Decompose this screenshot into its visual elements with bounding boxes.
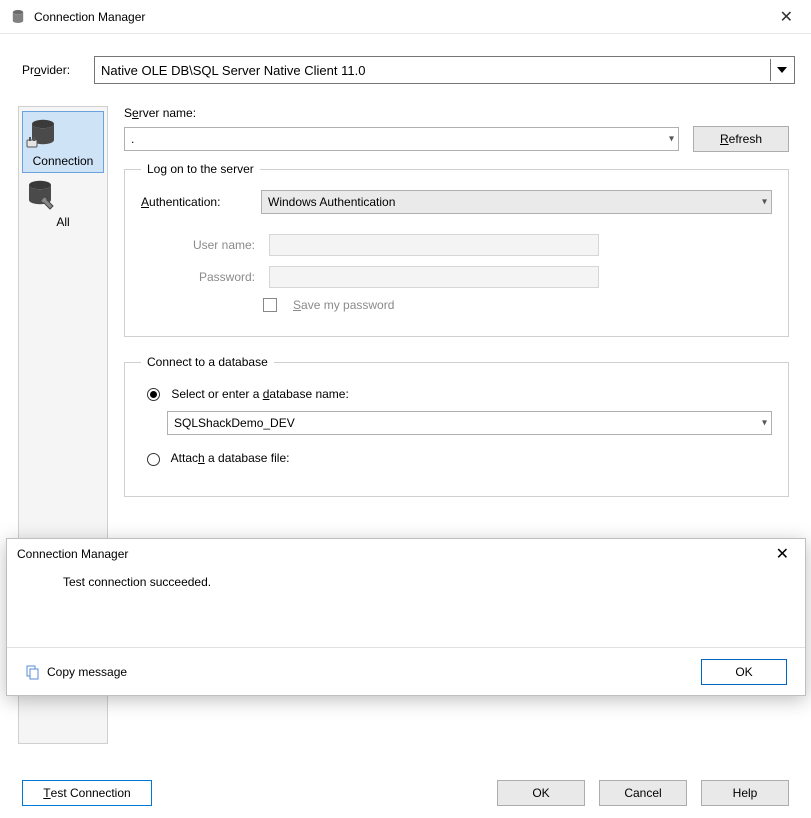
database-name-value: SQLShackDemo_DEV xyxy=(174,416,295,430)
database-icon xyxy=(10,9,26,25)
save-password-checkbox xyxy=(263,298,277,312)
copy-icon xyxy=(25,664,41,680)
provider-combo[interactable]: Native OLE DB\SQL Server Native Client 1… xyxy=(94,56,795,84)
nav-item-label: Connection xyxy=(23,154,103,168)
db-option-select-row[interactable]: Select or enter a database name: xyxy=(147,387,772,401)
provider-row: Provider: Native OLE DB\SQL Server Nativ… xyxy=(0,34,811,98)
connect-db-legend: Connect to a database xyxy=(141,355,274,369)
footer-buttons: Test Connection OK Cancel Help xyxy=(0,780,811,806)
popup-footer: Copy message OK xyxy=(7,647,805,695)
close-icon[interactable]: ✕ xyxy=(772,3,801,31)
popup-titlebar: Connection Manager ✕ xyxy=(7,539,805,569)
password-label: Password: xyxy=(141,270,259,284)
titlebar: Connection Manager ✕ xyxy=(0,0,811,34)
nav-item-all[interactable]: All xyxy=(22,173,104,233)
chevron-down-icon[interactable]: ▾ xyxy=(762,418,767,429)
username-input xyxy=(269,234,599,256)
database-name-combo[interactable]: SQLShackDemo_DEV ▾ xyxy=(167,411,772,435)
radio-select-db[interactable] xyxy=(147,388,160,401)
authentication-value: Windows Authentication xyxy=(268,195,395,209)
copy-message-label: Copy message xyxy=(47,665,127,679)
cancel-button[interactable]: Cancel xyxy=(599,780,687,806)
popup-body: Test connection succeeded. xyxy=(7,569,805,647)
nav-item-label: All xyxy=(22,215,104,229)
test-connection-button[interactable]: Test Connection xyxy=(22,780,152,806)
database-wrench-icon xyxy=(22,179,104,213)
server-name-value: . xyxy=(131,132,134,146)
db-option-attach-row[interactable]: Attach a database file: xyxy=(147,451,772,465)
server-name-combo[interactable]: . ▾ xyxy=(124,127,679,151)
db-option-select-label: Select or enter a database name: xyxy=(171,387,348,401)
popup-dialog: Connection Manager ✕ Test connection suc… xyxy=(6,538,806,696)
database-plug-icon xyxy=(23,118,103,152)
popup-ok-button[interactable]: OK xyxy=(701,659,787,685)
logon-legend: Log on to the server xyxy=(141,162,260,176)
connect-db-fieldset: Connect to a database Select or enter a … xyxy=(124,355,789,497)
close-icon[interactable]: ✕ xyxy=(770,542,795,566)
password-input xyxy=(269,266,599,288)
provider-label: Provider: xyxy=(22,63,82,77)
db-option-attach-label: Attach a database file: xyxy=(171,451,290,465)
help-button[interactable]: Help xyxy=(701,780,789,806)
ok-button[interactable]: OK xyxy=(497,780,585,806)
chevron-down-icon[interactable]: ▾ xyxy=(762,197,767,208)
window-title: Connection Manager xyxy=(34,10,145,24)
username-label: User name: xyxy=(141,238,259,252)
popup-title: Connection Manager xyxy=(17,547,128,561)
provider-value: Native OLE DB\SQL Server Native Client 1… xyxy=(101,63,365,78)
chevron-down-icon[interactable]: ▾ xyxy=(669,134,674,145)
authentication-label: Authentication: xyxy=(141,195,251,209)
authentication-combo[interactable]: Windows Authentication ▾ xyxy=(261,190,772,214)
popup-message: Test connection succeeded. xyxy=(63,575,211,589)
copy-message-link[interactable]: Copy message xyxy=(25,664,127,680)
logon-fieldset: Log on to the server Authentication: Win… xyxy=(124,162,789,337)
nav-item-connection[interactable]: Connection xyxy=(22,111,104,173)
server-name-label: Server name: xyxy=(124,106,789,120)
connection-manager-window: Connection Manager ✕ Provider: Native OL… xyxy=(0,0,811,818)
save-password-label: Save my password xyxy=(293,298,394,312)
chevron-down-icon[interactable] xyxy=(770,59,792,81)
radio-attach-db[interactable] xyxy=(147,453,160,466)
refresh-button[interactable]: Refresh xyxy=(693,126,789,152)
